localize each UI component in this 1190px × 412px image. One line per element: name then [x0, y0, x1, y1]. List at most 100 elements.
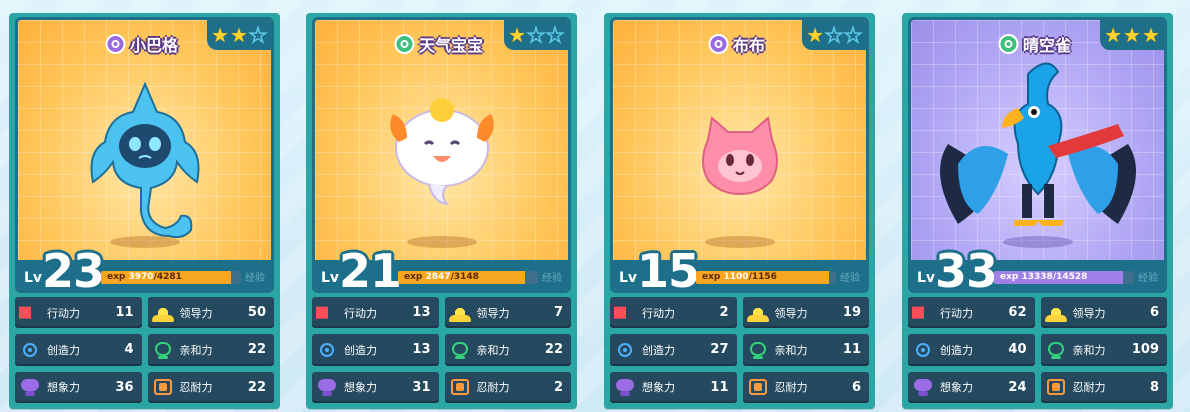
star-rating: ★ ★ ★ [802, 20, 866, 50]
action-icon [614, 302, 636, 323]
exp-max: /14528 [1052, 272, 1088, 282]
pet-portrait: 晴空雀 ★ ★ ★ Lv 33 exp 13338/14528 经验 [908, 17, 1167, 293]
pet-card[interactable]: 天气宝宝 ★ ★ ★ Lv 21 exp 2847/3148 经验 行动力 13… [306, 13, 577, 409]
star-filled-icon: ★ [508, 23, 527, 47]
action-icon [19, 302, 41, 323]
exp-max: /3148 [450, 272, 479, 282]
exp-progress-bar: exp 13338/14528 [994, 271, 1134, 284]
type-icon [393, 34, 414, 54]
pet-illustration [90, 82, 199, 239]
stat-imagination: 想象力 11 [610, 371, 737, 403]
stat-imagination: 想象力 36 [15, 371, 142, 403]
exp-prefix: exp [702, 272, 721, 282]
level-bar: Lv 15 exp 1100/1156 经验 [613, 248, 866, 290]
leadership-icon [448, 303, 471, 323]
endurance-icon [449, 377, 471, 397]
stat-creativity: 创造力 13 [312, 334, 439, 366]
stat-leadership: 领导力 50 [147, 297, 274, 329]
level-prefix: Lv [917, 270, 936, 286]
endurance-icon [747, 377, 769, 397]
stat-action: 行动力 2 [610, 297, 737, 329]
exp-progress-bar: exp 2847/3148 [398, 271, 538, 284]
pet-name-badge: 布布 [704, 30, 775, 58]
level-bar: Lv 21 exp 2847/3148 经验 [315, 248, 568, 290]
creativity-icon [614, 340, 636, 360]
star-filled-icon: ★ [230, 23, 248, 47]
imagination-icon [316, 377, 338, 397]
stat-imagination: 想象力 24 [908, 371, 1035, 403]
pet-name: 晴空雀 [1022, 36, 1072, 55]
stats-grid: 行动力 11 领导力 50 创造力 4 亲和力 22 想象力 36 忍耐力 22 [15, 297, 274, 403]
pet-portrait: 小巴格 ★ ★ ★ Lv 23 exp 3970/4281 经验 [15, 17, 274, 293]
type-icon [104, 34, 125, 54]
stat-affinity: 亲和力 11 [742, 334, 869, 366]
level-number: 15 [637, 244, 700, 293]
pet-name: 布布 [732, 36, 766, 55]
level-bar: Lv 23 exp 3970/4281 经验 [18, 248, 271, 290]
stats-grid: 行动力 62 领导力 6 创造力 40 亲和力 109 想象力 24 忍耐力 8 [908, 297, 1167, 403]
pet-name: 小巴格 [129, 36, 179, 55]
star-rating: ★ ★ ★ [207, 20, 271, 50]
exp-progress-bar: exp 1100/1156 [696, 271, 836, 284]
stat-creativity: 创造力 4 [15, 334, 142, 366]
stat-affinity: 亲和力 22 [444, 334, 571, 366]
pet-card[interactable]: 布布 ★ ★ ★ Lv 15 exp 1100/1156 经验 行动力 2 领导力… [604, 13, 875, 409]
star-filled-icon: ★ [1104, 23, 1123, 47]
level-prefix: Lv [321, 270, 340, 286]
level-number: 33 [935, 244, 998, 293]
exp-max: /4281 [153, 272, 182, 282]
exp-label: 经验 [1138, 273, 1158, 284]
pet-illustration [701, 116, 778, 196]
leadership-icon [746, 303, 769, 323]
exp-label: 经验 [245, 273, 265, 284]
exp-current: 1100 [723, 272, 749, 282]
stat-affinity: 亲和力 109 [1040, 334, 1167, 366]
star-empty-icon: ★ [248, 23, 267, 47]
action-icon [316, 302, 338, 323]
creativity-icon [19, 340, 41, 360]
imagination-icon [912, 377, 934, 397]
star-filled-icon: ★ [211, 23, 230, 47]
stats-grid: 行动力 2 领导力 19 创造力 27 亲和力 11 想象力 11 忍耐力 6 [610, 297, 869, 403]
star-empty-icon: ★ [526, 23, 545, 47]
stat-action: 行动力 11 [15, 297, 142, 329]
star-filled-icon: ★ [1123, 23, 1141, 47]
star-empty-icon: ★ [843, 23, 862, 47]
stat-endurance: 忍耐力 2 [444, 371, 571, 403]
stat-leadership: 领导力 7 [444, 297, 571, 329]
affinity-icon [449, 340, 471, 360]
affinity-icon [1045, 340, 1067, 360]
leadership-icon [1044, 303, 1067, 323]
pet-card[interactable]: 晴空雀 ★ ★ ★ Lv 33 exp 13338/14528 经验 行动力 6… [902, 13, 1173, 409]
stat-affinity: 亲和力 22 [147, 334, 274, 366]
endurance-icon [152, 377, 174, 397]
creativity-icon [912, 340, 934, 360]
imagination-icon [19, 377, 41, 397]
stat-creativity: 创造力 27 [610, 334, 737, 366]
imagination-icon [614, 377, 636, 397]
exp-max: /1156 [748, 272, 777, 282]
star-filled-icon: ★ [806, 23, 825, 47]
stats-grid: 行动力 13 领导力 7 创造力 13 亲和力 22 想象力 31 忍耐力 2 [312, 297, 571, 403]
stat-endurance: 忍耐力 6 [742, 371, 869, 403]
stat-leadership: 领导力 6 [1040, 297, 1167, 329]
pet-name-badge: 小巴格 [101, 30, 188, 58]
exp-current: 3970 [128, 272, 154, 282]
type-icon [707, 34, 728, 54]
star-filled-icon: ★ [1141, 23, 1160, 47]
exp-prefix: exp [107, 272, 126, 282]
exp-current: 2847 [425, 272, 451, 282]
stat-leadership: 领导力 19 [742, 297, 869, 329]
star-empty-icon: ★ [824, 23, 843, 47]
affinity-icon [152, 340, 174, 360]
stat-imagination: 想象力 31 [312, 371, 439, 403]
stat-action: 行动力 62 [908, 297, 1035, 329]
creativity-icon [316, 340, 338, 360]
pet-card[interactable]: 小巴格 ★ ★ ★ Lv 23 exp 3970/4281 经验 行动力 11 领… [9, 13, 280, 409]
stat-creativity: 创造力 40 [908, 334, 1035, 366]
affinity-icon [747, 340, 769, 360]
pet-illustration [939, 62, 1136, 226]
star-rating: ★ ★ ★ [504, 20, 568, 50]
exp-label: 经验 [840, 273, 860, 284]
pet-name: 天气宝宝 [418, 36, 484, 55]
